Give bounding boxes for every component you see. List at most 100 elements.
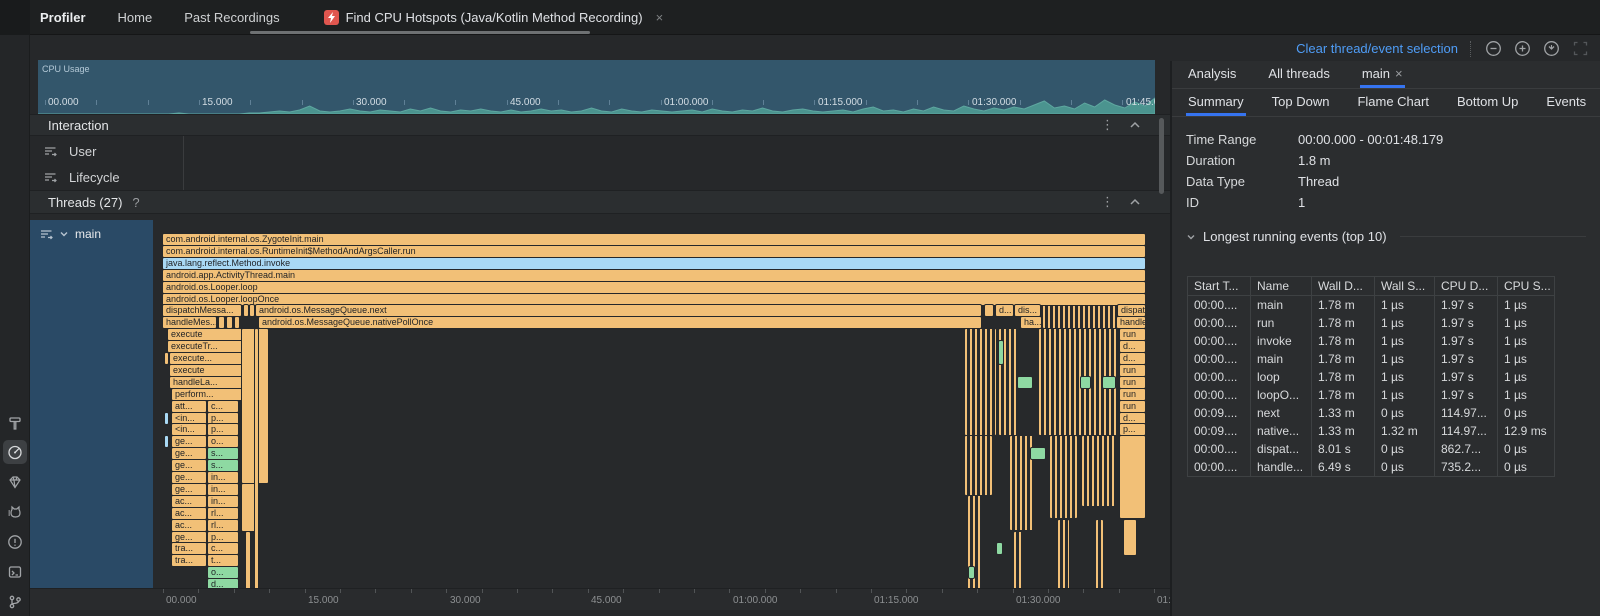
flame-block[interactable] bbox=[965, 436, 992, 495]
table-row[interactable]: 00:00....loop1.78 m1 µs1.97 s1 µs bbox=[1188, 368, 1554, 386]
flame-block[interactable] bbox=[999, 341, 1003, 364]
flame-block[interactable] bbox=[1043, 305, 1116, 328]
flame-block[interactable] bbox=[969, 567, 974, 578]
track-row-lifecycle[interactable]: Lifecycle bbox=[30, 164, 1170, 190]
flame-block[interactable]: p... bbox=[1120, 424, 1145, 435]
flame-block[interactable]: ge... bbox=[172, 532, 206, 543]
tab-summary[interactable]: Summary bbox=[1186, 94, 1246, 116]
table-row[interactable]: 00:00....main1.78 m1 µs1.97 s1 µs bbox=[1188, 296, 1554, 314]
longest-events-header[interactable]: Longest running events (top 10) bbox=[1186, 229, 1586, 244]
build-hammer-icon[interactable] bbox=[3, 411, 27, 435]
flame-block[interactable]: android.os.MessageQueue.nativePollOnce bbox=[259, 317, 981, 328]
flame-block[interactable]: rl... bbox=[208, 508, 238, 519]
flame-block[interactable]: p... bbox=[208, 424, 238, 435]
flame-block[interactable]: ac... bbox=[172, 508, 206, 519]
flame-block[interactable]: p... bbox=[208, 413, 238, 424]
flame-block[interactable]: com.android.internal.os.ZygoteInit.main bbox=[163, 234, 1145, 245]
flame-block[interactable]: dispatchMessa... bbox=[163, 305, 241, 316]
flame-block[interactable]: ge... bbox=[172, 460, 206, 471]
flame-block[interactable]: d... bbox=[1120, 341, 1145, 352]
table-row[interactable]: 00:00....handle...6.49 s0 µs735.2...0 µs bbox=[1188, 458, 1554, 476]
flame-block[interactable] bbox=[1010, 436, 1033, 530]
problems-icon[interactable] bbox=[3, 530, 27, 554]
flame-block[interactable]: t... bbox=[208, 555, 238, 566]
flame-block[interactable]: android.os.Looper.loop bbox=[163, 282, 1145, 293]
timeline-scrollbar-thumb[interactable] bbox=[1159, 118, 1164, 194]
flame-block[interactable]: handleLa... bbox=[170, 377, 242, 388]
flame-block[interactable] bbox=[1014, 532, 1023, 588]
flame-block[interactable] bbox=[165, 353, 168, 364]
flame-block[interactable]: rl... bbox=[208, 520, 238, 531]
flame-block[interactable] bbox=[1124, 520, 1136, 555]
flame-block[interactable]: android.app.ActivityThread.main bbox=[163, 270, 1145, 281]
flame-block[interactable] bbox=[255, 329, 258, 588]
logcat-cat-icon[interactable] bbox=[3, 500, 27, 524]
tab-close-icon[interactable]: × bbox=[656, 10, 664, 25]
flame-block[interactable]: ge... bbox=[172, 472, 206, 483]
flame-block[interactable]: run bbox=[1120, 377, 1145, 388]
flame-block[interactable]: com.android.internal.os.RuntimeInit$Meth… bbox=[163, 246, 1145, 257]
flame-block[interactable]: dispatc... bbox=[1118, 305, 1145, 316]
flame-block[interactable]: ac... bbox=[172, 520, 206, 531]
flame-block[interactable]: s... bbox=[208, 448, 238, 459]
flame-block[interactable]: tra... bbox=[172, 555, 206, 566]
flame-block[interactable]: in... bbox=[208, 472, 238, 483]
flame-block[interactable] bbox=[1103, 377, 1115, 388]
table-row[interactable]: 00:09....native...1.33 m1.32 m114.97...1… bbox=[1188, 422, 1554, 440]
flame-block[interactable]: s... bbox=[208, 460, 238, 471]
thread-main-row[interactable]: main bbox=[30, 220, 153, 241]
flame-block[interactable]: ge... bbox=[172, 484, 206, 495]
flame-block[interactable] bbox=[965, 329, 996, 435]
flame-block[interactable] bbox=[1081, 377, 1090, 388]
flame-block[interactable]: c... bbox=[208, 543, 238, 554]
flame-block[interactable] bbox=[1120, 436, 1145, 518]
flame-block[interactable] bbox=[1031, 448, 1045, 459]
flame-block[interactable]: o... bbox=[208, 567, 238, 578]
flame-block[interactable] bbox=[244, 305, 248, 316]
table-row[interactable]: 00:00....dispat...8.01 s0 µs862.7...0 µs bbox=[1188, 440, 1554, 458]
flame-block[interactable]: execute bbox=[170, 365, 242, 376]
flame-block[interactable]: run bbox=[1120, 329, 1145, 340]
clear-selection-link[interactable]: Clear thread/event selection bbox=[1296, 41, 1458, 56]
interaction-collapse-icon[interactable] bbox=[1128, 119, 1142, 131]
cpu-usage-track[interactable]: CPU Usage 00.00015.00030.00045.00001:00.… bbox=[38, 60, 1155, 114]
version-control-icon[interactable] bbox=[3, 590, 27, 614]
threads-menu-icon[interactable]: ⋮ bbox=[1101, 194, 1114, 210]
flame-block[interactable]: tra... bbox=[172, 543, 206, 554]
flame-block[interactable]: handle... bbox=[1117, 317, 1145, 328]
flame-block[interactable] bbox=[165, 436, 168, 447]
flame-block[interactable]: android.os.MessageQueue.next bbox=[256, 305, 981, 316]
table-row[interactable]: 00:00....run1.78 m1 µs1.97 s1 µs bbox=[1188, 314, 1554, 332]
table-row[interactable]: 00:00....main1.78 m1 µs1.97 s1 µs bbox=[1188, 350, 1554, 368]
table-row[interactable]: 00:09....next1.33 m0 µs114.97...0 µs bbox=[1188, 404, 1554, 422]
flame-block[interactable]: att... bbox=[172, 401, 206, 412]
flame-block[interactable]: d... bbox=[208, 579, 238, 588]
flame-block[interactable]: run bbox=[1120, 389, 1145, 400]
flame-block[interactable]: java.lang.reflect.Method.invoke bbox=[163, 258, 1145, 269]
flame-block[interactable]: execute bbox=[168, 329, 242, 340]
flame-block[interactable]: in... bbox=[208, 496, 238, 507]
section-collapse-chevron-icon[interactable] bbox=[1186, 232, 1196, 242]
flame-block[interactable]: android.os.Looper.loopOnce bbox=[163, 294, 1145, 305]
flame-block[interactable]: d... bbox=[1120, 413, 1145, 424]
tab-main-close-icon[interactable]: × bbox=[1395, 66, 1403, 81]
thread-expand-chevron-icon[interactable] bbox=[59, 229, 69, 239]
profiler-gauge-icon[interactable] bbox=[3, 440, 27, 464]
interaction-menu-icon[interactable]: ⋮ bbox=[1101, 117, 1114, 133]
flame-block[interactable] bbox=[246, 532, 250, 588]
flame-block[interactable]: executeTr... bbox=[168, 341, 242, 352]
threads-section-header[interactable]: Threads (27) ? ⋮ bbox=[30, 190, 1170, 214]
flame-block[interactable] bbox=[242, 484, 256, 531]
tab-past-recordings[interactable]: Past Recordings bbox=[184, 10, 279, 25]
tab-top-down[interactable]: Top Down bbox=[1270, 94, 1332, 116]
tab-home[interactable]: Home bbox=[118, 10, 153, 25]
flame-block[interactable] bbox=[235, 317, 239, 328]
terminal-icon[interactable] bbox=[3, 560, 27, 584]
flame-block[interactable]: run bbox=[1120, 401, 1145, 412]
tab-all-threads[interactable]: All threads bbox=[1266, 66, 1331, 88]
flame-block[interactable] bbox=[227, 317, 232, 328]
flame-block[interactable] bbox=[165, 413, 168, 424]
tab-flame-chart[interactable]: Flame Chart bbox=[1355, 94, 1431, 116]
flame-block[interactable] bbox=[1096, 520, 1103, 588]
track-row-user[interactable]: User bbox=[30, 138, 1170, 164]
